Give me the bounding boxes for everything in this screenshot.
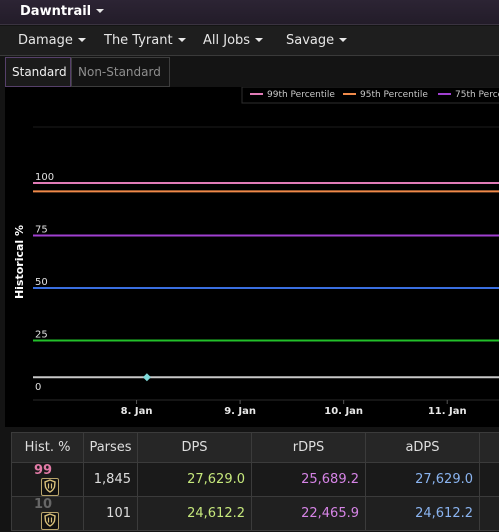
metric-dropdown[interactable]: Damage [18, 33, 86, 48]
table-header-row: Hist. % Parses DPS rDPS aDPS [11, 432, 499, 463]
boss-dropdown[interactable]: The Tyrant [104, 33, 186, 48]
chevron-down-icon [96, 9, 105, 13]
boss-label: The Tyrant [104, 33, 173, 48]
metric-label: Damage [18, 33, 73, 48]
header-extra [479, 432, 499, 463]
dps-cell: 27,629.0 [137, 462, 252, 497]
y-tick-label: 50 [35, 277, 48, 288]
difficulty-dropdown[interactable]: Savage [286, 33, 348, 48]
legend-label: 99th Percentile [267, 90, 335, 100]
stats-table: Hist. % Parses DPS rDPS aDPS 99 1,845 27… [11, 432, 499, 531]
shield-icon [41, 512, 59, 530]
adps-cell: 24,612.2 [365, 496, 480, 531]
legend-label: 75th Percentile [455, 90, 499, 100]
x-tick-label: 10. Jan [324, 406, 363, 417]
historical-chart: 99th Percentile 95th Percentile 75th Perce… [5, 86, 499, 427]
hist-cell: 99 [11, 462, 84, 497]
zone-header: Dawntrail [0, 0, 499, 25]
chevron-down-icon [177, 38, 186, 42]
chart-canvas: 99th Percentile 95th Percentile 75th Perce… [13, 86, 499, 417]
y-tick-label: 100 [35, 172, 54, 183]
header-dps[interactable]: DPS [137, 432, 252, 463]
x-tick-label: 9. Jan [224, 406, 256, 417]
filter-bar: Damage The Tyrant All Jobs Savage [0, 26, 499, 56]
difficulty-label: Savage [286, 33, 335, 48]
y-tick-label: 75 [35, 225, 48, 236]
header-rdps[interactable]: rDPS [251, 432, 366, 463]
tab-non-standard[interactable]: Non-Standard [71, 57, 170, 87]
shield-icon [41, 478, 59, 496]
hist-value: 10 [34, 497, 53, 512]
dps-cell: 24,612.2 [137, 496, 252, 531]
table-row: 10 101 24,612.2 22,465.9 24,612.2 [11, 496, 499, 531]
chevron-down-icon [255, 38, 264, 42]
table-row: 99 1,845 27,629.0 25,689.2 27,629.0 [11, 462, 499, 497]
x-tick-label: 8. Jan [121, 406, 153, 417]
parses-cell: 101 [83, 496, 138, 531]
header-hist[interactable]: Hist. % [11, 432, 84, 463]
legend-label: 95th Percentile [360, 90, 428, 100]
header-parses[interactable]: Parses [83, 432, 138, 463]
extra-cell [479, 496, 499, 531]
x-tick-label: 11. Jan [428, 406, 467, 417]
parse-table: Hist. % Parses DPS rDPS aDPS 99 1,845 27… [11, 432, 499, 531]
rdps-cell: 25,689.2 [251, 462, 366, 497]
hist-cell: 10 [11, 496, 84, 531]
zone-title: Dawntrail [20, 4, 92, 19]
header-adps[interactable]: aDPS [365, 432, 480, 463]
extra-cell [479, 462, 499, 497]
chevron-down-icon [339, 38, 348, 42]
rdps-cell: 22,465.9 [251, 496, 366, 531]
data-point [142, 373, 151, 382]
parses-cell: 1,845 [83, 462, 138, 497]
y-tick-label: 25 [35, 330, 48, 341]
y-tick-label: 0 [35, 382, 41, 393]
tab-standard[interactable]: Standard [5, 57, 71, 87]
adps-cell: 27,629.0 [365, 462, 480, 497]
zone-selector[interactable]: Dawntrail [20, 4, 105, 19]
chevron-down-icon [77, 38, 86, 42]
jobs-dropdown[interactable]: All Jobs [203, 33, 264, 48]
hist-value: 99 [34, 463, 53, 478]
y-axis-label: Historical % [13, 225, 26, 299]
jobs-label: All Jobs [203, 33, 251, 48]
